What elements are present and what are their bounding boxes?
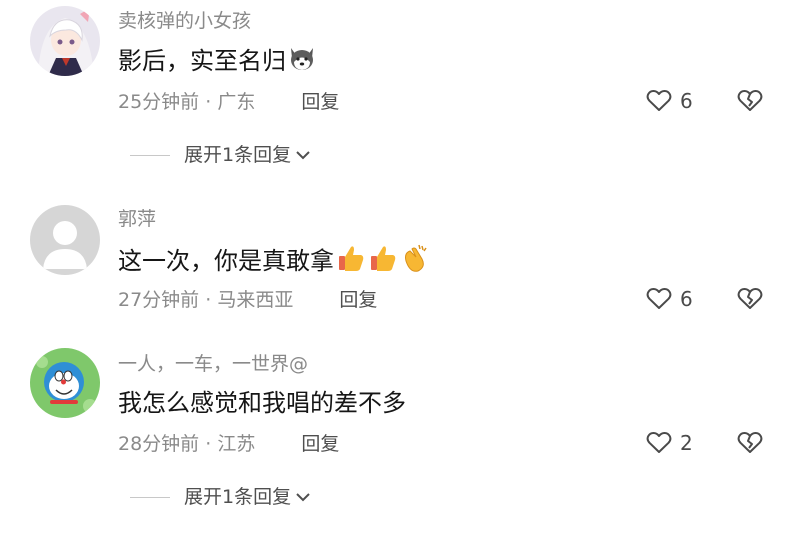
comment-location: 江苏 — [217, 433, 256, 455]
comment-text: 这一次，你是真敢拿 — [118, 243, 430, 281]
expand-replies-label: 展开1条回复 — [184, 144, 292, 166]
username[interactable]: 一人，一车，一世界@ — [118, 352, 308, 376]
thumbs-up-icon — [368, 243, 398, 281]
reply-button[interactable]: 回复 — [301, 433, 339, 455]
anime-girl-avatar-image — [30, 6, 100, 76]
dislike-button[interactable] — [737, 287, 763, 311]
reply-button[interactable]: 回复 — [301, 91, 339, 113]
meta-separator: · — [205, 433, 212, 455]
comment-time: 28分钟前 — [118, 433, 200, 455]
comment-text: 我怎么感觉和我唱的差不多 — [118, 387, 406, 419]
meta-separator: · — [205, 289, 212, 311]
heart-icon — [646, 432, 672, 453]
comment-text-content: 影后，实至名归 — [118, 47, 286, 75]
comment-text-content: 我怎么感觉和我唱的差不多 — [118, 389, 406, 417]
chevron-down-icon — [296, 151, 310, 160]
expand-replies-label: 展开1条回复 — [184, 486, 292, 508]
like-button[interactable]: 2 — [646, 431, 693, 455]
expand-replies-button[interactable]: 展开1条回复 — [130, 485, 311, 509]
avatar[interactable] — [30, 205, 100, 275]
reply-button[interactable]: 回复 — [339, 289, 377, 311]
broken-heart-icon — [737, 90, 763, 111]
like-count: 6 — [680, 89, 693, 113]
comment-text-content: 这一次，你是真敢拿 — [118, 247, 334, 275]
dislike-button[interactable] — [737, 89, 763, 113]
like-button[interactable]: 6 — [646, 89, 693, 113]
heart-icon — [646, 288, 672, 309]
comment-meta: 25分钟前 · 广东 回复 — [118, 90, 339, 114]
like-button[interactable]: 6 — [646, 287, 693, 311]
comment-time: 25分钟前 — [118, 91, 200, 113]
cartoon-cat-avatar-image — [30, 348, 100, 418]
broken-heart-icon — [737, 432, 763, 453]
meta-separator: · — [205, 91, 212, 113]
comment-location: 马来西亚 — [217, 289, 294, 311]
avatar[interactable] — [30, 6, 100, 76]
username[interactable]: 卖核弹的小女孩 — [118, 9, 251, 33]
clapping-hands-icon — [400, 243, 430, 281]
comment-meta: 28分钟前 · 江苏 回复 — [118, 432, 339, 456]
divider-line — [130, 154, 170, 156]
like-count: 6 — [680, 287, 693, 311]
dislike-button[interactable] — [737, 431, 763, 455]
default-avatar-image — [30, 205, 100, 275]
comment-location: 广东 — [217, 91, 256, 113]
comment-time: 27分钟前 — [118, 289, 200, 311]
divider-line — [130, 496, 170, 498]
broken-heart-icon — [737, 288, 763, 309]
husky-dog-face-icon — [288, 44, 316, 80]
thumbs-up-icon — [336, 243, 366, 281]
like-count: 2 — [680, 431, 693, 455]
comment-text: 影后，实至名归 — [118, 44, 316, 80]
chevron-down-icon — [296, 493, 310, 502]
avatar[interactable] — [30, 348, 100, 418]
comment-meta: 27分钟前 · 马来西亚 回复 — [118, 288, 377, 312]
expand-replies-button[interactable]: 展开1条回复 — [130, 143, 311, 167]
username[interactable]: 郭萍 — [118, 207, 156, 231]
heart-icon — [646, 90, 672, 111]
